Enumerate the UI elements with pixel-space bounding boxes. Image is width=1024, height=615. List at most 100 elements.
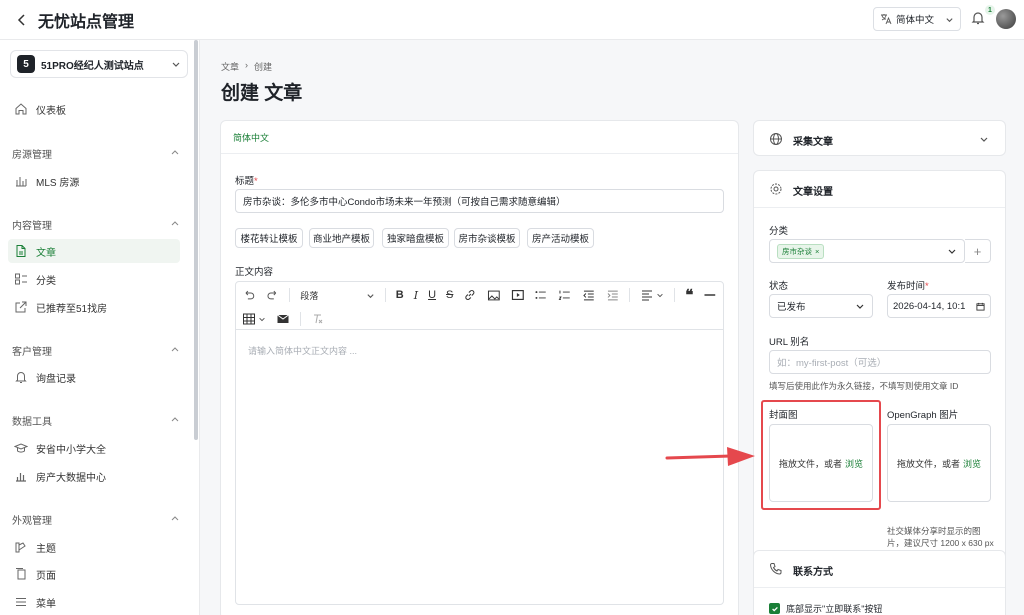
numbered-list-icon[interactable] bbox=[558, 288, 572, 302]
breadcrumb-articles[interactable]: 文章 bbox=[221, 60, 239, 73]
sidebar-scrollbar[interactable] bbox=[194, 40, 198, 440]
section-customers[interactable]: 客户管理 bbox=[12, 342, 180, 358]
rich-text-editor: 段落 B I U S ❝ 请输入简体中文正文内容 ... bbox=[235, 281, 724, 605]
sidebar-item-label: 仪表板 bbox=[36, 105, 66, 117]
chevron-down-icon bbox=[367, 293, 374, 298]
paragraph-select[interactable]: 段落 bbox=[300, 289, 374, 302]
video-icon[interactable] bbox=[511, 288, 525, 302]
section-content[interactable]: 内容管理 bbox=[12, 216, 180, 232]
bell-icon bbox=[15, 372, 27, 383]
sidebar-item-label: 菜单 bbox=[36, 598, 56, 610]
language-select[interactable]: 简体中文 bbox=[873, 7, 961, 31]
indent-icon[interactable] bbox=[606, 288, 620, 302]
divider bbox=[221, 153, 738, 154]
sidebar: 5 51PRO经纪人测试站点 仪表板 房源管理 MLS 房源 内容管理 文章 分… bbox=[0, 40, 200, 615]
redo-icon[interactable] bbox=[266, 288, 280, 302]
quote-icon[interactable]: ❝ bbox=[685, 288, 693, 303]
table-select[interactable] bbox=[242, 312, 266, 326]
clear-format-icon[interactable] bbox=[311, 312, 325, 326]
menu-icon bbox=[16, 598, 26, 606]
site-switcher[interactable]: 5 51PRO经纪人测试站点 bbox=[10, 50, 188, 78]
show-contact-checkbox-row[interactable]: 底部显示"立即联系"按钮 bbox=[769, 602, 882, 615]
sidebar-item-label: 询盘记录 bbox=[36, 373, 76, 385]
chevron-up-icon bbox=[171, 417, 179, 422]
bullet-list-icon[interactable] bbox=[534, 288, 548, 302]
horizontal-rule-icon[interactable] bbox=[703, 288, 717, 302]
section-appearance[interactable]: 外观管理 bbox=[12, 511, 180, 527]
og-image-label: OpenGraph 图片 bbox=[887, 410, 959, 421]
align-select[interactable] bbox=[640, 288, 664, 302]
chevron-up-icon bbox=[171, 150, 179, 155]
strikethrough-icon[interactable]: S bbox=[446, 289, 453, 301]
toolbar-divider bbox=[674, 288, 676, 302]
chevron-up-icon bbox=[171, 221, 179, 226]
annotation-highlight-box bbox=[761, 400, 881, 510]
chevron-left-icon[interactable] bbox=[14, 12, 30, 28]
title-label: 标题* bbox=[235, 176, 258, 187]
sidebar-item-dashboard[interactable]: 仪表板 bbox=[8, 97, 180, 121]
category-select[interactable]: 房市杂谈 × bbox=[769, 239, 965, 263]
brush-icon bbox=[15, 542, 26, 553]
template-market-talk-button[interactable]: 房市杂谈模板 bbox=[454, 228, 520, 248]
bell-icon[interactable] bbox=[970, 10, 986, 26]
sidebar-item-articles[interactable]: 文章 bbox=[8, 239, 180, 263]
article-settings-card: 文章设置 分类 房市杂谈 × + 状态 已发布 发布时间* 2026-04-14,… bbox=[753, 170, 1006, 576]
bold-icon[interactable]: B bbox=[396, 289, 404, 301]
template-event-button[interactable]: 房产活动模板 bbox=[527, 228, 594, 248]
tab-simplified-chinese[interactable]: 简体中文 bbox=[233, 131, 269, 144]
section-data-tools[interactable]: 数据工具 bbox=[12, 412, 180, 428]
sidebar-item-recommended[interactable]: 已推荐至51找房 bbox=[8, 295, 180, 319]
editor-toolbar-row-2 bbox=[236, 308, 723, 330]
content-placeholder[interactable]: 请输入简体中文正文内容 ... bbox=[248, 344, 357, 357]
publish-time-input[interactable]: 2026-04-14, 10:1 bbox=[887, 294, 991, 318]
breadcrumb-separator: › bbox=[245, 60, 249, 70]
avatar[interactable] bbox=[996, 9, 1016, 29]
italic-icon[interactable]: I bbox=[414, 289, 418, 302]
sidebar-item-mls[interactable]: MLS 房源 bbox=[8, 169, 180, 193]
remove-tag-icon[interactable]: × bbox=[815, 247, 819, 256]
og-image-dropzone[interactable]: 拖放文件，或者 浏览 bbox=[887, 424, 991, 502]
image-icon[interactable] bbox=[487, 288, 501, 302]
template-exclusive-button[interactable]: 独家暗盘模板 bbox=[382, 228, 449, 248]
page-title: 创建 文章 bbox=[221, 83, 303, 104]
section-title: 数据工具 bbox=[12, 416, 52, 428]
chevron-up-icon bbox=[171, 516, 179, 521]
checkbox-checked[interactable] bbox=[769, 603, 780, 614]
email-icon[interactable] bbox=[276, 312, 290, 326]
translate-icon bbox=[881, 14, 892, 25]
collect-article-card[interactable]: 采集文章 bbox=[753, 120, 1006, 156]
sidebar-item-inquiries[interactable]: 询盘记录 bbox=[8, 365, 180, 389]
browse-link[interactable]: 浏览 bbox=[963, 457, 981, 470]
template-commercial-button[interactable]: 商业地产模板 bbox=[309, 228, 374, 248]
title-input[interactable]: 房市杂谈：多伦多市中心Condo市场未来一年预测（可按自己需求随意编辑） bbox=[235, 189, 724, 213]
link-icon[interactable] bbox=[463, 288, 477, 302]
divider bbox=[754, 207, 1005, 208]
sidebar-item-menus[interactable]: 菜单 bbox=[8, 590, 180, 614]
check-icon bbox=[771, 606, 778, 612]
template-presale-button[interactable]: 楼花转让模板 bbox=[235, 228, 303, 248]
table-icon bbox=[243, 313, 255, 324]
sidebar-item-themes[interactable]: 主题 bbox=[8, 535, 180, 559]
chevron-down-icon bbox=[948, 249, 956, 254]
add-category-button[interactable]: + bbox=[965, 239, 991, 263]
status-select[interactable]: 已发布 bbox=[769, 294, 873, 318]
contact-card: 联系方式 底部显示"立即联系"按钮 bbox=[753, 550, 1006, 615]
chevron-down-icon bbox=[657, 293, 664, 298]
main-content: 文章 › 创建 创建 文章 简体中文 标题* 房市杂谈：多伦多市中心Condo市… bbox=[200, 40, 1024, 615]
underline-icon[interactable]: U bbox=[428, 289, 436, 301]
sidebar-item-categories[interactable]: 分类 bbox=[8, 267, 180, 291]
outdent-icon[interactable] bbox=[582, 288, 596, 302]
sidebar-item-pages[interactable]: 页面 bbox=[8, 562, 180, 586]
chevron-down-icon bbox=[980, 137, 988, 142]
notification-badge: 1 bbox=[985, 5, 995, 15]
sidebar-item-label: 分类 bbox=[36, 275, 56, 287]
section-title: 内容管理 bbox=[12, 220, 52, 232]
section-listings[interactable]: 房源管理 bbox=[12, 145, 180, 161]
sidebar-item-schools[interactable]: 安省中小学大全 bbox=[8, 436, 180, 460]
url-slug-input[interactable]: 如：my-first-post（可选） bbox=[769, 350, 991, 374]
settings-title: 文章设置 bbox=[793, 187, 833, 198]
sidebar-item-bigdata[interactable]: 房产大数据中心 bbox=[8, 464, 180, 488]
undo-icon[interactable] bbox=[242, 288, 256, 302]
section-title: 客户管理 bbox=[12, 346, 52, 358]
chevron-up-icon bbox=[171, 347, 179, 352]
